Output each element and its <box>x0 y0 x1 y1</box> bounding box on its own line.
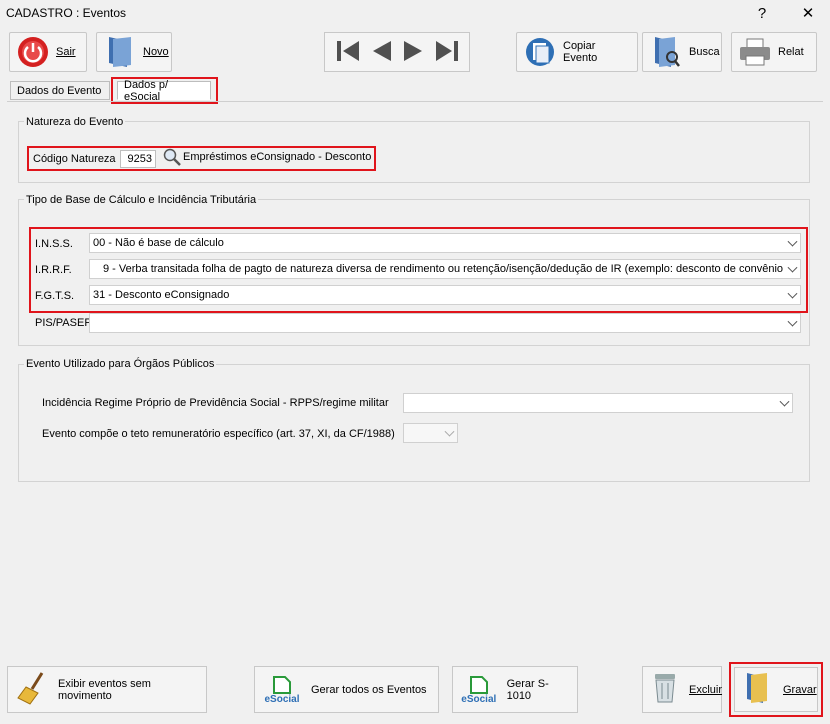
copiar-evento-label: Copiar Evento <box>563 40 598 64</box>
natureza-group-title: Natureza do Evento <box>24 116 126 128</box>
chevron-down-icon <box>787 236 798 247</box>
tab-dados-do-evento[interactable]: Dados do Evento <box>10 81 110 100</box>
esocial-logo-text: eSocial <box>264 694 300 705</box>
gerar-todos-button[interactable]: eSocial Gerar todos os Eventos <box>254 666 439 713</box>
sair-label: Sair <box>56 46 76 58</box>
natureza-description: Empréstimos eConsignado - Desconto <box>183 151 372 163</box>
window-title: CADASTRO : Eventos <box>6 6 127 20</box>
broom-icon <box>16 671 48 708</box>
gerar-s1010-button[interactable]: eSocial Gerar S-1010 <box>452 666 578 713</box>
codigo-natureza-field[interactable]: 9253 <box>120 150 156 168</box>
chevron-down-icon <box>444 426 455 437</box>
irrf-value: 9 - Verba transitada folha de pagto de n… <box>103 263 784 275</box>
tab-panel-border <box>7 101 823 102</box>
next-record-icon[interactable] <box>401 38 427 67</box>
sair-button[interactable]: Sair <box>9 32 87 72</box>
relat-button[interactable]: Relat <box>731 32 817 72</box>
inss-value: 00 - Não é base de cálculo <box>93 237 224 249</box>
chevron-down-icon <box>787 288 798 299</box>
novo-button[interactable]: Novo <box>96 32 172 72</box>
pis-select[interactable] <box>89 313 801 333</box>
save-book-icon <box>743 671 773 708</box>
help-button[interactable]: ? <box>748 2 776 24</box>
relat-label: Relat <box>778 46 804 58</box>
inss-label: I.N.S.S. <box>35 238 73 250</box>
inss-select[interactable]: 00 - Não é base de cálculo <box>89 233 801 253</box>
esocial-icon: eSocial <box>461 674 497 705</box>
exibir-eventos-label: Exibir eventos sem movimento <box>58 677 151 702</box>
fgts-select[interactable]: 31 - Desconto eConsignado <box>89 285 801 305</box>
previous-record-icon[interactable] <box>368 38 394 67</box>
esocial-logo-text: eSocial <box>461 694 497 705</box>
busca-label: Busca <box>689 46 720 58</box>
first-record-icon[interactable] <box>335 38 361 67</box>
tab-dados-esocial[interactable]: Dados p/ eSocial <box>117 79 211 103</box>
search-book-icon <box>649 35 683 69</box>
irrf-select[interactable]: 9 - Verba transitada folha de pagto de n… <box>89 259 801 279</box>
orgaos-group-title: Evento Utilizado para Órgãos Públicos <box>24 358 217 370</box>
teto-select[interactable] <box>403 423 458 443</box>
chevron-down-icon <box>787 316 798 327</box>
fgts-value: 31 - Desconto eConsignado <box>93 289 230 301</box>
navigation-group <box>324 32 470 72</box>
search-icon[interactable] <box>162 148 182 169</box>
gerar-s1010-label: Gerar S-1010 <box>506 677 549 702</box>
copiar-evento-button[interactable]: Copiar Evento <box>516 32 638 72</box>
gravar-label: Gravar <box>783 683 817 696</box>
chevron-down-icon <box>779 396 790 407</box>
teto-label: Evento compõe o teto remuneratório espec… <box>42 428 395 440</box>
fgts-label: F.G.T.S. <box>35 290 75 302</box>
gerar-todos-label: Gerar todos os Eventos <box>311 683 427 696</box>
new-document-icon <box>103 35 137 69</box>
novo-label: Novo <box>143 46 169 58</box>
irrf-label: I.R.R.F. <box>35 264 72 276</box>
close-button[interactable]: ✕ <box>794 2 822 24</box>
trash-icon <box>651 672 679 707</box>
exibir-eventos-button[interactable]: Exibir eventos sem movimento <box>7 666 207 713</box>
codigo-natureza-label: Código Natureza <box>33 153 116 165</box>
rpps-label: Incidência Regime Próprio de Previdência… <box>42 397 389 409</box>
pis-label: PIS/PASEP <box>35 317 92 329</box>
excluir-button[interactable]: Excluir <box>642 666 722 713</box>
excluir-label: Excluir <box>689 683 723 696</box>
gravar-button[interactable]: Gravar <box>734 667 818 712</box>
chevron-down-icon <box>787 262 798 273</box>
printer-icon <box>738 35 772 69</box>
rpps-select[interactable] <box>403 393 793 413</box>
copy-document-icon <box>523 35 557 69</box>
power-icon <box>16 35 50 69</box>
esocial-icon: eSocial <box>263 674 301 705</box>
tributaria-group-title: Tipo de Base de Cálculo e Incidência Tri… <box>24 194 259 206</box>
last-record-icon[interactable] <box>434 38 460 67</box>
busca-button[interactable]: Busca <box>642 32 722 72</box>
